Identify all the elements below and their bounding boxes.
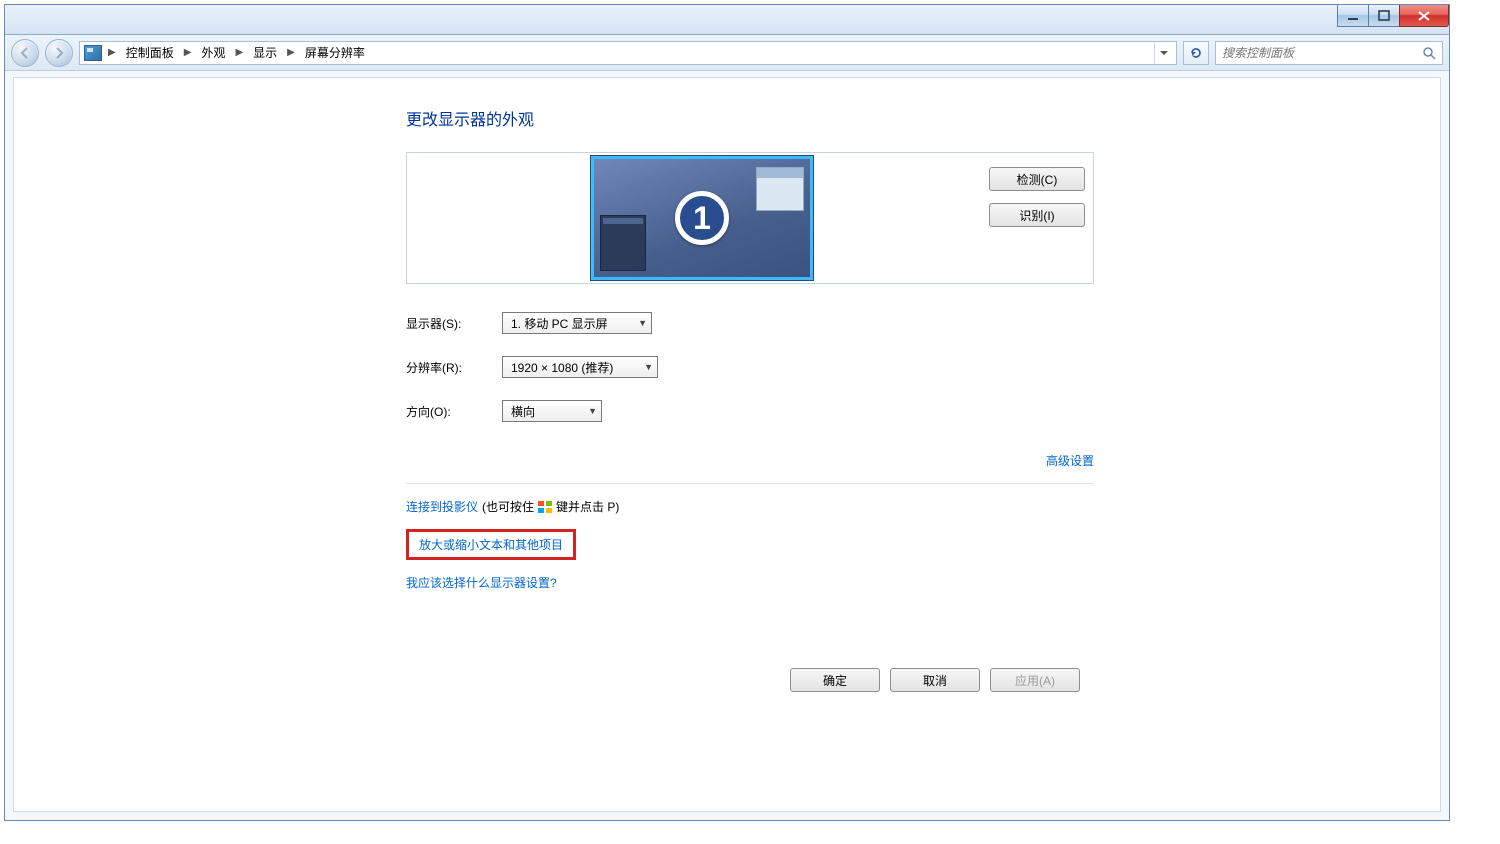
preview-taskbar-icon	[600, 215, 646, 271]
close-button[interactable]	[1399, 5, 1449, 27]
address-dropdown[interactable]	[1154, 42, 1172, 64]
titlebar	[5, 5, 1449, 35]
breadcrumb-item[interactable]: 控制面板	[122, 42, 178, 63]
monitor-preview[interactable]: 1	[591, 156, 813, 280]
preview-window-icon	[756, 167, 804, 211]
chevron-right-icon: ▶	[106, 47, 118, 58]
chevron-down-icon: ▼	[638, 318, 647, 328]
monitor-number: 1	[675, 191, 729, 245]
control-panel-icon	[84, 45, 102, 61]
resolution-label: 分辨率(R):	[406, 359, 502, 376]
back-button[interactable]	[11, 39, 39, 67]
projector-hint-pre: (也可按住	[482, 498, 534, 515]
orientation-value: 横向	[511, 403, 535, 420]
projector-hint-post: 键并点击 P)	[556, 498, 619, 515]
chevron-right-icon: ▶	[233, 47, 245, 58]
display-value: 1. 移动 PC 显示屏	[511, 315, 608, 332]
display-preview-box: 1 检测(C) 识别(I)	[406, 152, 1094, 284]
windows-logo-icon	[538, 501, 552, 513]
projector-link[interactable]: 连接到投影仪	[406, 498, 478, 515]
resolution-select[interactable]: 1920 × 1080 (推荐) ▼	[502, 356, 658, 378]
breadcrumb-item[interactable]: 屏幕分辨率	[301, 42, 369, 63]
display-label: 显示器(S):	[406, 315, 502, 332]
window: ▶ 控制面板 ▶ 外观 ▶ 显示 ▶ 屏幕分辨率 更改显示器的外观	[4, 4, 1450, 821]
apply-button[interactable]: 应用(A)	[990, 668, 1080, 692]
content-frame: 更改显示器的外观 1 检测(C) 识别(I)	[13, 77, 1441, 812]
identify-button[interactable]: 识别(I)	[989, 203, 1085, 227]
search-icon	[1422, 46, 1436, 60]
forward-button[interactable]	[45, 39, 73, 67]
cancel-button[interactable]: 取消	[890, 668, 980, 692]
addressbar[interactable]: ▶ 控制面板 ▶ 外观 ▶ 显示 ▶ 屏幕分辨率	[79, 41, 1177, 65]
orientation-select[interactable]: 横向 ▼	[502, 400, 602, 422]
chevron-down-icon: ▼	[588, 406, 597, 416]
ok-button[interactable]: 确定	[790, 668, 880, 692]
chevron-right-icon: ▶	[182, 47, 194, 58]
text-size-link[interactable]: 放大或缩小文本和其他项目	[419, 538, 563, 552]
chevron-down-icon: ▼	[644, 362, 653, 372]
breadcrumb-item[interactable]: 显示	[249, 42, 281, 63]
navbar: ▶ 控制面板 ▶ 外观 ▶ 显示 ▶ 屏幕分辨率	[5, 35, 1449, 71]
minimize-button[interactable]	[1337, 5, 1369, 27]
maximize-button[interactable]	[1368, 5, 1400, 27]
search-box[interactable]	[1215, 41, 1443, 65]
search-input[interactable]	[1222, 46, 1402, 60]
detect-button[interactable]: 检测(C)	[989, 167, 1085, 191]
dialog-buttons: 确定 取消 应用(A)	[790, 668, 1080, 692]
refresh-button[interactable]	[1183, 41, 1209, 65]
display-select[interactable]: 1. 移动 PC 显示屏 ▼	[502, 312, 652, 334]
resolution-value: 1920 × 1080 (推荐)	[511, 359, 613, 376]
help-link[interactable]: 我应该选择什么显示器设置?	[406, 574, 557, 591]
breadcrumb-item[interactable]: 外观	[197, 42, 229, 63]
page-title: 更改显示器的外观	[406, 106, 1094, 130]
orientation-label: 方向(O):	[406, 403, 502, 420]
chevron-right-icon: ▶	[285, 47, 297, 58]
highlighted-annotation: 放大或缩小文本和其他项目	[406, 529, 576, 560]
advanced-settings-link[interactable]: 高级设置	[1046, 454, 1094, 468]
